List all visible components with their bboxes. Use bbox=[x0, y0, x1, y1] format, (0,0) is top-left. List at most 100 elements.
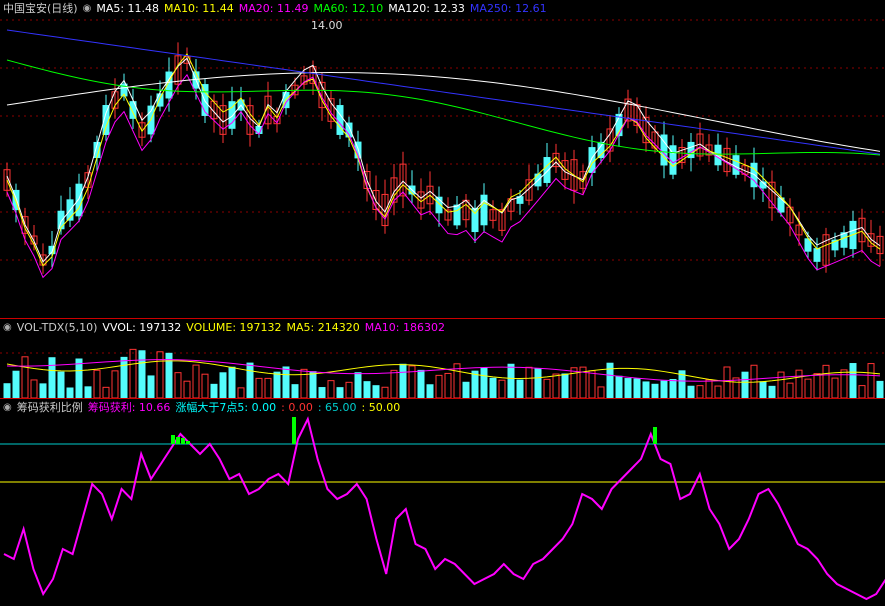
volume-bar bbox=[570, 367, 578, 398]
candle-body bbox=[75, 183, 83, 217]
volume-bar bbox=[174, 372, 182, 398]
volume-bar bbox=[111, 370, 119, 398]
volume-bar bbox=[723, 366, 731, 398]
volume-bar bbox=[282, 366, 290, 398]
volume-bar bbox=[120, 356, 128, 398]
volume-bar bbox=[408, 365, 416, 398]
volume-label: VOLUME: 197132 bbox=[186, 320, 282, 334]
ma250-label: MA250: 12.61 bbox=[469, 1, 547, 15]
volume-bar bbox=[759, 381, 767, 398]
volume-bar bbox=[399, 363, 407, 398]
volume-bar bbox=[3, 383, 11, 398]
volume-bar bbox=[480, 367, 488, 398]
candle-body bbox=[480, 194, 488, 226]
volume-bar bbox=[786, 382, 794, 398]
volume-bar bbox=[624, 378, 632, 398]
volume-bar bbox=[93, 369, 101, 398]
volume-bar bbox=[795, 369, 803, 398]
volume-bar bbox=[345, 381, 353, 398]
volume-bar bbox=[615, 375, 623, 398]
volume-bar bbox=[507, 363, 515, 398]
volume-bar bbox=[732, 377, 740, 398]
volume-bar bbox=[228, 366, 236, 398]
volume-panel[interactable]: ◉ VOL-TDX(5,10) VVOL: 197132 VOLUME: 197… bbox=[0, 319, 885, 398]
price-panel[interactable]: 中国宝安(日线) ◉ MA5: 11.48 MA10: 11.44 MA20: … bbox=[0, 0, 885, 318]
ma5-line bbox=[6, 57, 881, 263]
candle-body bbox=[840, 232, 848, 248]
candle-body bbox=[732, 155, 740, 175]
volume-bar bbox=[471, 370, 479, 398]
volume-bar bbox=[57, 371, 65, 398]
profit-alert-bar bbox=[292, 417, 296, 444]
volume-bar bbox=[768, 385, 776, 398]
volume-bar bbox=[75, 358, 83, 398]
level50-label: : 50.00 bbox=[361, 400, 401, 414]
volume-bar bbox=[543, 378, 551, 398]
volume-bar bbox=[201, 373, 209, 398]
volume-bar bbox=[642, 381, 650, 398]
stock-title: 中国宝安(日线) bbox=[3, 2, 78, 15]
volume-bar bbox=[552, 373, 560, 398]
volume-bar bbox=[147, 375, 155, 398]
ma20-label: MA20: 11.49 bbox=[238, 1, 309, 15]
volume-bar bbox=[876, 380, 884, 398]
volume-header: ◉ VOL-TDX(5,10) VVOL: 197132 VOLUME: 197… bbox=[0, 319, 445, 335]
ma60-label: MA60: 12.10 bbox=[313, 1, 384, 15]
volume-bar bbox=[534, 368, 542, 398]
volume-bar bbox=[273, 371, 281, 398]
volume-bar bbox=[813, 373, 821, 398]
ma5-label: MA5: 11.48 bbox=[96, 1, 160, 15]
settings-circle-icon[interactable]: ◉ bbox=[3, 402, 12, 413]
settings-circle-icon[interactable]: ◉ bbox=[3, 322, 12, 333]
chip-chart[interactable] bbox=[0, 399, 885, 606]
volume-bar bbox=[417, 369, 425, 398]
chip-title: 筹码获利比例 bbox=[16, 401, 83, 414]
profit-alert-bar bbox=[171, 435, 175, 444]
vvol-label: VVOL: 197132 bbox=[102, 320, 182, 334]
volume-bar bbox=[309, 371, 317, 398]
rise-label: 涨幅大于7点5: 0.00 bbox=[175, 401, 277, 414]
volume-bar bbox=[741, 371, 749, 398]
level65-label: : 65.00 bbox=[317, 400, 357, 414]
volume-bar bbox=[858, 385, 866, 398]
chip-panel[interactable]: ◉ 筹码获利比例 筹码获利: 10.66 涨幅大于7点5: 0.00 : 0.0… bbox=[0, 399, 885, 606]
volume-bar bbox=[822, 364, 830, 398]
chip-profit-line bbox=[3, 416, 885, 601]
volume-bar bbox=[102, 386, 110, 398]
volume-bar bbox=[246, 362, 254, 398]
volume-bar bbox=[363, 381, 371, 398]
volume-bar bbox=[705, 379, 713, 398]
volume-bar bbox=[354, 372, 362, 398]
volume-bar bbox=[867, 363, 875, 398]
volume-bar bbox=[714, 385, 722, 398]
candle-body bbox=[813, 248, 821, 262]
volume-bar bbox=[237, 387, 245, 398]
price-chart[interactable] bbox=[0, 0, 885, 318]
volume-bar bbox=[516, 379, 524, 398]
volume-bar bbox=[336, 387, 344, 398]
vol-ma5-label: MA5: 214320 bbox=[286, 320, 360, 334]
zero-label: : 0.00 bbox=[281, 400, 313, 414]
profit-alert-bar bbox=[181, 438, 185, 444]
vol-title: VOL-TDX(5,10) bbox=[16, 320, 98, 334]
volume-bar bbox=[444, 372, 452, 398]
volume-bar bbox=[66, 387, 74, 398]
volume-bar bbox=[30, 379, 38, 398]
volume-bar bbox=[687, 385, 695, 398]
volume-bar bbox=[669, 379, 677, 398]
volume-bar bbox=[777, 371, 785, 398]
profit-alert-bar bbox=[176, 437, 180, 444]
volume-bar bbox=[696, 385, 704, 398]
volume-bar bbox=[588, 370, 596, 398]
volume-bar bbox=[21, 356, 29, 398]
profit-alert-bar bbox=[653, 427, 657, 444]
volume-bar bbox=[264, 377, 272, 398]
volume-bar bbox=[489, 377, 497, 398]
chip-profit-label: 筹码获利: 10.66 bbox=[87, 401, 171, 414]
settings-circle-icon[interactable]: ◉ bbox=[83, 3, 92, 14]
volume-bar bbox=[84, 386, 92, 398]
volume-bar bbox=[129, 348, 137, 398]
high-price-mark: 14.00 bbox=[311, 19, 343, 32]
volume-bar bbox=[561, 373, 569, 398]
volume-bar bbox=[831, 377, 839, 398]
